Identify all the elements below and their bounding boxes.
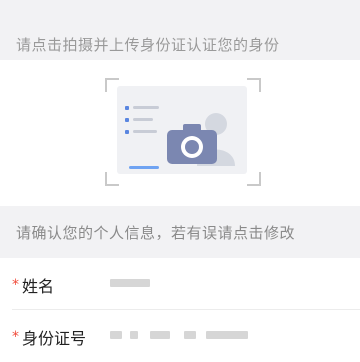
mid-hint-bar: 请确认您的个人信息，若有误请点击修改 xyxy=(0,206,360,256)
name-field-row[interactable]: * 姓名 xyxy=(0,258,360,310)
mid-hint-text: 请确认您的个人信息，若有误请点击修改 xyxy=(16,224,296,242)
card-line xyxy=(133,130,157,133)
top-hint-text: 请点击拍摄并上传身份证认证您的身份 xyxy=(16,36,280,54)
card-line xyxy=(133,106,159,109)
name-field-label: 姓名 xyxy=(22,277,55,296)
card-line xyxy=(133,118,153,121)
frame-corner-bottom-right xyxy=(247,172,261,186)
camera-icon[interactable] xyxy=(165,122,219,166)
frame-corner-bottom-left xyxy=(105,172,119,186)
card-bullet-icon xyxy=(125,130,129,134)
card-bullet-icon xyxy=(125,118,129,122)
card-bullet-icon xyxy=(125,106,129,110)
id-number-field-label: 身份证号 xyxy=(22,329,87,348)
id-card-upload-area[interactable] xyxy=(105,78,261,186)
card-accent-bar xyxy=(129,166,159,169)
id-number-field-row[interactable]: * 身份证号 xyxy=(0,310,360,362)
required-mark: * xyxy=(12,329,19,345)
id-number-value-masked xyxy=(150,331,170,339)
id-number-value-masked xyxy=(110,331,122,339)
id-number-value-masked xyxy=(130,331,138,339)
id-card-icon xyxy=(117,86,247,174)
frame-corner-top-right xyxy=(247,78,261,92)
name-field-value-masked xyxy=(110,279,150,287)
required-mark: * xyxy=(12,277,19,293)
id-number-value-masked xyxy=(206,331,248,339)
id-number-value-masked xyxy=(184,331,196,339)
